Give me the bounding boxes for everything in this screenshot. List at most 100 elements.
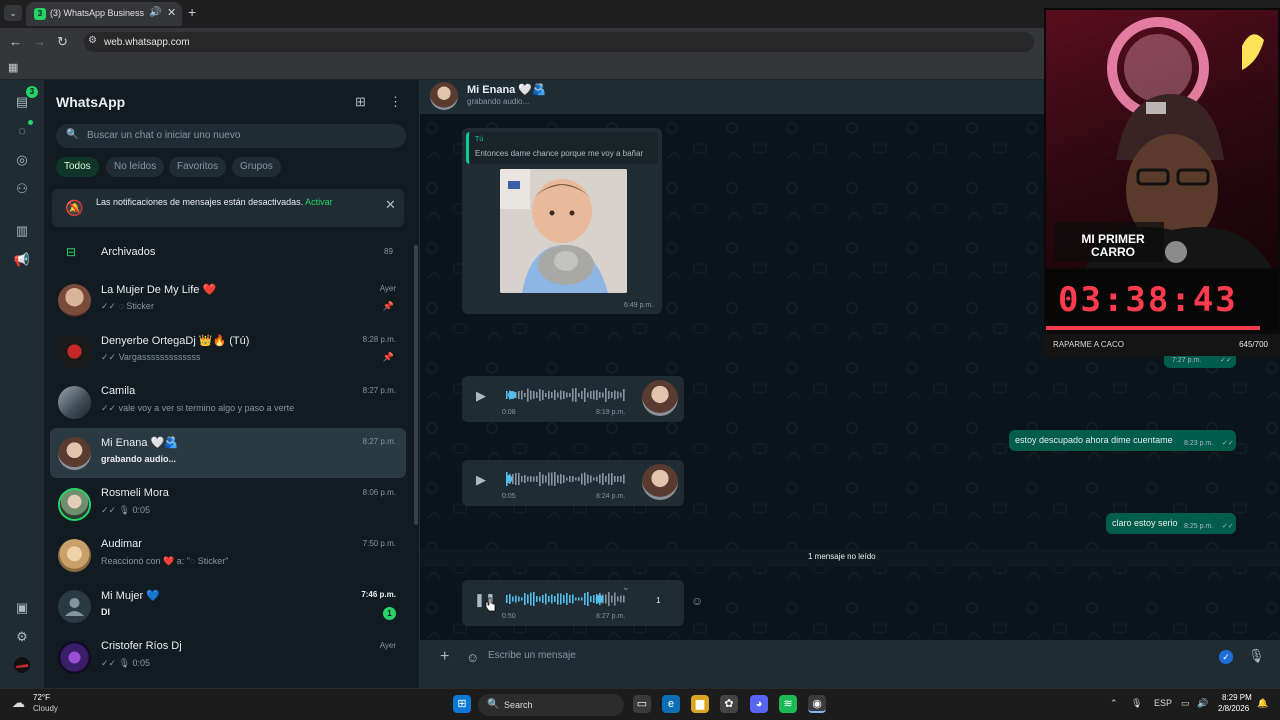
chat-time: 8:06 p.m. [362,488,396,497]
taskbar-search-label: Search [504,700,533,710]
tray-mic-icon[interactable]: 🎙 [1131,698,1142,709]
chat-row[interactable]: Camila 8:27 p.m. ✓✓ vale voy a ver si te… [50,377,406,427]
waveform-bar [581,473,583,485]
photo-image[interactable] [500,169,627,293]
chat-row[interactable]: Mi Mujer 💙 7:46 p.m. Dl 1 [50,581,406,631]
tab-list-button[interactable]: ⌄ [4,5,22,21]
waveform-bar [524,475,526,483]
address-bar[interactable]: ⚙ web.whatsapp.com [84,32,1034,52]
language-indicator[interactable]: ESP [1154,698,1172,708]
app-icon[interactable]: ✿ [720,695,738,713]
waveform-bar [578,597,580,601]
waveform-bar [560,390,562,400]
archived-count: 89 [384,247,393,256]
menu-kebab-icon[interactable]: ⋮ [389,94,402,110]
waveform-bar [515,595,517,603]
clock-time[interactable]: 8:29 PM [1222,693,1252,702]
waveform-bar [563,475,565,483]
playback-speed[interactable]: 1 [656,596,660,605]
taskbar-search[interactable]: 🔍 Search [478,694,624,716]
chat-row[interactable]: Rosmeli Mora 8:06 p.m. ✓✓ 🎙 0:05 [50,479,406,529]
advertise-megaphone-icon[interactable]: 📢 [12,250,32,270]
communities-icon[interactable]: ⚇ [12,179,32,199]
voice-message[interactable]: ▶ 0:05 8:24 p.m. [462,460,684,506]
message-input[interactable]: Escribe un mensaje [488,650,576,661]
spotify-icon[interactable]: ≋ [779,695,797,713]
verified-check-icon: ✓ [1219,650,1233,664]
waveform-bar [593,477,595,481]
attach-plus-icon[interactable]: + [440,648,449,666]
microphone-icon[interactable]: 🎙 [1248,648,1265,664]
volume-icon[interactable]: 🔊 [1197,698,1208,709]
chat-row-selected[interactable]: Mi Enana 🤍🫂 8:27 p.m. grabando audio... [50,428,406,478]
media-gallery-icon[interactable]: ▣ [12,598,32,618]
image-message-bubble[interactable]: Tú Entonces dame chance porque me voy a … [462,128,662,314]
chat-list-scrollbar[interactable] [414,245,418,525]
filter-unread[interactable]: No leídos [106,157,165,177]
file-explorer-icon[interactable]: ▆ [691,695,709,713]
task-view-icon[interactable]: ▭ [633,695,651,713]
contact-avatar[interactable] [430,82,458,110]
edge-browser-icon[interactable]: e [662,695,680,713]
tab-close-icon[interactable]: ✕ [167,6,176,19]
message-time: 7:27 p.m. [1172,357,1202,364]
chat-preview: ✓✓ vale voy a ver si termino algo y paso… [101,403,295,413]
clock-date[interactable]: 2/8/2026 [1218,704,1249,713]
play-icon[interactable]: ▶ [476,472,486,488]
quoted-message[interactable]: Tú Entonces dame chance porque me voy a … [466,132,658,164]
archived-row[interactable]: ⊟ Archivados 89 [44,236,404,270]
tray-overflow-chevron-icon[interactable]: ⌃ [1110,698,1118,709]
tab-audio-icon[interactable]: 🔊 [149,7,161,18]
new-chat-icon[interactable]: ⊞ [355,94,366,110]
search-input[interactable]: 🔍 Buscar un chat o iniciar uno nuevo [56,124,406,148]
goal-label: RAPARME A CACO [1053,340,1124,349]
filter-favorites[interactable]: Favoritos [169,157,227,177]
sticker-emoji-icon[interactable]: ☺ [466,650,479,665]
waveform-bar [542,474,544,484]
reload-icon[interactable]: ↻ [57,34,68,50]
notification-bell-icon[interactable]: 🔔 [1257,698,1268,709]
network-icon[interactable]: ▭ [1181,698,1190,709]
back-icon[interactable]: ← [9,34,22,49]
filter-all[interactable]: Todos [56,157,99,177]
enable-notifications-link[interactable]: Activar [305,197,333,207]
outgoing-message[interactable]: claro estoy serio 8:25 p.m. ✓✓ [1106,513,1236,534]
chat-row[interactable]: Cristofer Ríos Dj Ayer ✓✓ 🎙 0:05 [50,632,406,682]
chrome-browser-icon[interactable]: ◉ [808,695,826,713]
outgoing-message[interactable]: estoy descupado ahora dime cuentame 8:23… [1009,430,1236,451]
play-icon[interactable]: ▶ [476,388,486,404]
chevron-down-icon[interactable]: ⌄ [622,582,630,593]
stream-overlay: MI PRIMER CARRO 03:38:43 RAPARME A CACO … [1044,8,1280,356]
apps-grid-icon[interactable]: ▦ [8,61,18,74]
channels-icon[interactable]: ◎ [12,150,32,170]
chat-row[interactable]: La Mujer De My Life ❤️ Ayer ✓✓ ◌ Sticker… [50,275,406,325]
chat-row[interactable]: Denyerbe OrtegaDj 👑🔥 (Tú) 8:28 p.m. ✓✓ V… [50,326,406,376]
weather-cloud-icon[interactable]: ☁ [12,695,25,711]
discord-icon[interactable]: ◕ [750,695,768,713]
waveform-bar [575,477,577,481]
waveform[interactable] [506,591,626,607]
catalog-store-icon[interactable]: ▥ [12,221,32,241]
waveform-bar [557,593,559,605]
nav-rail: ▤ 3 ◌ ◎ ⚇ ▥ 📢 ▣ ⚙ [0,80,44,688]
waveform-bar [611,595,613,603]
close-icon[interactable]: ✕ [385,197,396,213]
waveform-bar [512,596,514,602]
browser-tab-whatsapp[interactable]: 3 (3) WhatsApp Business 🔊 ✕ [26,2,182,26]
waveform-bar [614,476,616,482]
waveform[interactable] [506,471,626,487]
voice-message[interactable]: ▶ 0:08 8:19 p.m. [462,376,684,422]
site-info-icon[interactable]: ⚙ [88,35,97,46]
start-windows-icon[interactable]: ⊞ [453,695,471,713]
settings-gear-icon[interactable]: ⚙ [12,627,32,647]
message-text: claro estoy serio [1112,518,1178,528]
react-emoji-icon[interactable]: ☺ [691,594,703,608]
forward-icon[interactable]: → [33,34,46,49]
profile-avatar[interactable] [12,657,32,677]
chat-row[interactable]: Audimar 7:50 p.m. Reaccionó con ❤️ a: "◌… [50,530,406,580]
unread-label: 1 mensaje no leído [808,552,876,561]
new-tab-button[interactable]: + [188,4,196,20]
waveform[interactable] [506,387,626,403]
whatsapp-favicon-icon: 3 [34,8,46,20]
filter-groups[interactable]: Grupos [232,157,281,177]
